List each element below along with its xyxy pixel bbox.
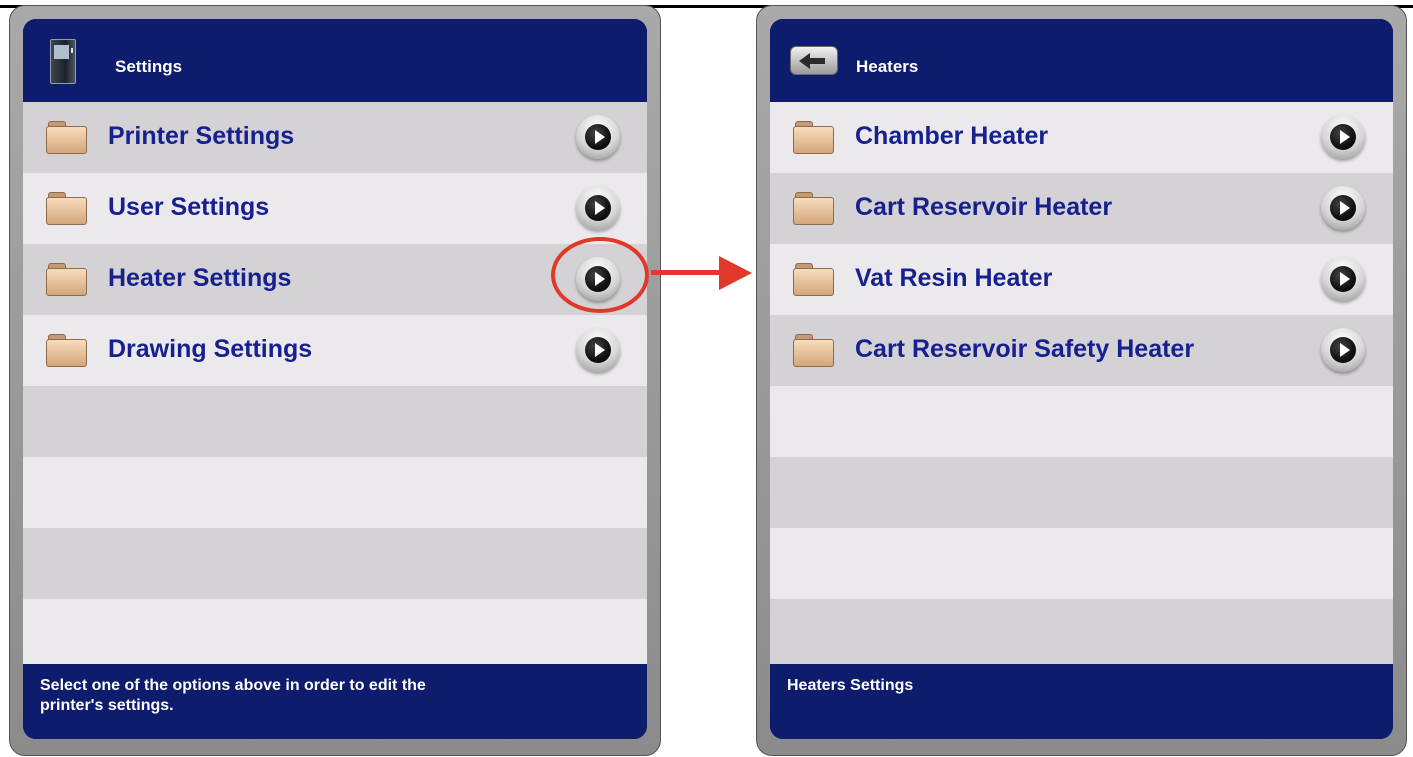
settings-header: Settings xyxy=(23,19,647,102)
folder-icon xyxy=(46,263,87,296)
list-item-label: Printer Settings xyxy=(108,122,295,150)
settings-title: Settings xyxy=(115,57,183,76)
list-item-label: Cart Reservoir Safety Heater xyxy=(855,335,1195,363)
empty-row xyxy=(23,528,647,599)
heaters-footer-text: Heaters Settings xyxy=(787,677,914,694)
list-item-cart-reservoir-safety-heater[interactable]: Cart Reservoir Safety Heater xyxy=(770,315,1393,386)
empty-row xyxy=(23,386,647,457)
list-item-label: User Settings xyxy=(108,193,270,221)
settings-list: Printer Settings User Settings Heater Se… xyxy=(23,102,647,670)
arrow-right-button-icon[interactable] xyxy=(576,186,620,230)
folder-icon xyxy=(46,192,87,225)
folder-icon xyxy=(793,334,834,367)
arrow-right-button-icon[interactable] xyxy=(1321,328,1365,372)
settings-screen: Settings Printer Settings User Settings … xyxy=(23,19,647,739)
heaters-screen-bezel: Heaters Chamber Heater Cart Reservoir He… xyxy=(756,5,1407,756)
arrow-right-button-icon[interactable] xyxy=(576,115,620,159)
heaters-list: Chamber Heater Cart Reservoir Heater Vat… xyxy=(770,102,1393,670)
annotation-arrow-line xyxy=(651,270,721,275)
list-item-label: Vat Resin Heater xyxy=(855,264,1053,292)
heaters-header: Heaters xyxy=(770,19,1393,102)
folder-icon xyxy=(46,334,87,367)
heaters-footer: Heaters Settings xyxy=(770,664,1393,739)
empty-row xyxy=(770,599,1393,670)
empty-row xyxy=(770,528,1393,599)
heaters-screen: Heaters Chamber Heater Cart Reservoir He… xyxy=(770,19,1393,739)
arrow-right-button-icon[interactable] xyxy=(576,328,620,372)
list-item-label: Chamber Heater xyxy=(855,122,1049,150)
folder-icon xyxy=(46,121,87,154)
printer-device-icon xyxy=(50,39,76,84)
folder-icon xyxy=(793,263,834,296)
list-item-label: Heater Settings xyxy=(108,264,292,292)
settings-screen-bezel: Settings Printer Settings User Settings … xyxy=(9,5,661,756)
list-item-cart-reservoir-heater[interactable]: Cart Reservoir Heater xyxy=(770,173,1393,244)
folder-icon xyxy=(793,121,834,154)
list-item-drawing-settings[interactable]: Drawing Settings xyxy=(23,315,647,386)
annotation-arrow-head-icon xyxy=(719,256,752,290)
highlight-circle-annotation xyxy=(551,237,649,313)
arrow-right-button-icon[interactable] xyxy=(1321,186,1365,230)
empty-row xyxy=(770,386,1393,457)
list-item-vat-resin-heater[interactable]: Vat Resin Heater xyxy=(770,244,1393,315)
arrow-right-button-icon[interactable] xyxy=(1321,257,1365,301)
list-item-printer-settings[interactable]: Printer Settings xyxy=(23,102,647,173)
back-button[interactable] xyxy=(790,46,838,75)
empty-row xyxy=(23,457,647,528)
settings-footer-text: Select one of the options above in order… xyxy=(40,677,426,714)
list-item-chamber-heater[interactable]: Chamber Heater xyxy=(770,102,1393,173)
folder-icon xyxy=(793,192,834,225)
empty-row xyxy=(23,599,647,670)
list-item-user-settings[interactable]: User Settings xyxy=(23,173,647,244)
empty-row xyxy=(770,457,1393,528)
list-item-label: Cart Reservoir Heater xyxy=(855,193,1113,221)
heaters-title: Heaters xyxy=(856,57,919,76)
settings-footer: Select one of the options above in order… xyxy=(23,664,647,739)
list-item-label: Drawing Settings xyxy=(108,335,313,363)
arrow-right-button-icon[interactable] xyxy=(1321,115,1365,159)
